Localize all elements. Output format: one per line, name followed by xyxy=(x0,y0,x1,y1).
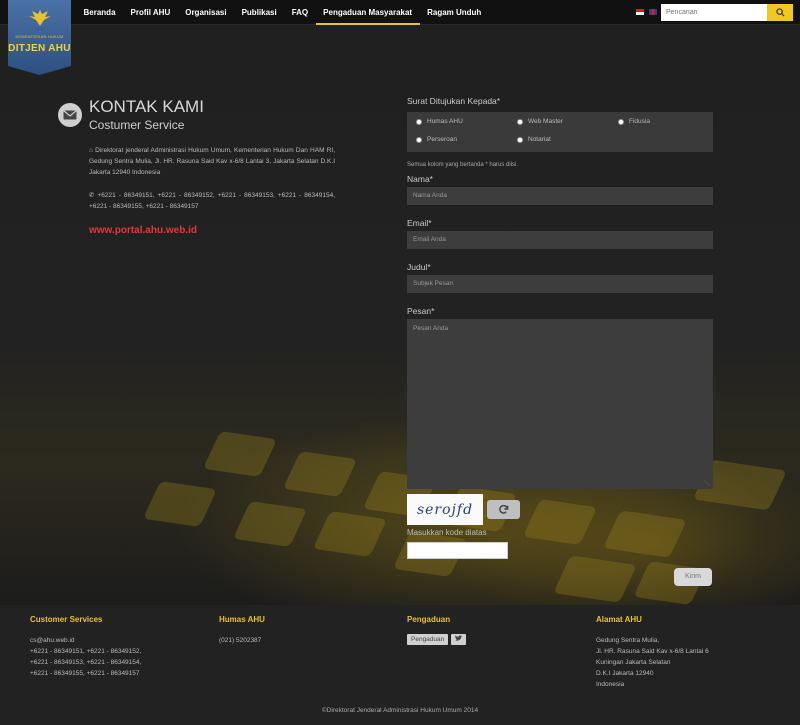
search-button[interactable] xyxy=(767,4,793,21)
radio-label: Fidusia xyxy=(629,118,650,125)
radio-fidusia[interactable]: Fidusia xyxy=(618,118,650,125)
nav-item-organisasi[interactable]: Organisasi xyxy=(178,0,234,25)
message-label: Pesan* xyxy=(407,306,435,316)
contact-address: ⌂ Direktorat jenderal Administrasi Hukum… xyxy=(89,145,335,178)
footer-cs-phone: +6221 - 86349155, +6221 - 86349157 xyxy=(30,670,140,677)
submit-button[interactable]: Kirim xyxy=(674,568,712,586)
email-field[interactable]: Email Anda xyxy=(407,231,713,249)
footer-alamat: Alamat AHU Gedung Sentra Mulia, Jl. HR. … xyxy=(596,615,776,690)
logo-text: DITJEN AHU xyxy=(8,43,71,54)
contact-title: KONTAK KAMI xyxy=(89,97,204,116)
name-label: Nama* xyxy=(407,174,433,184)
indonesian-flag-icon[interactable] xyxy=(636,9,644,15)
contact-panel: KONTAK KAMI Costumer Service ⌂ Direktora… xyxy=(58,97,338,236)
radio-label: Web Master xyxy=(528,118,563,125)
footer-pengaduan: Pengaduan Pengaduan xyxy=(407,615,587,645)
radio-notariat[interactable]: Notariat xyxy=(517,136,551,143)
home-icon: ⌂ xyxy=(89,147,93,154)
pengaduan-button[interactable]: Pengaduan xyxy=(407,634,449,645)
refresh-icon xyxy=(499,504,509,514)
footer-cs-phone: +6221 - 86349151, +6221 - 86349152, xyxy=(30,648,142,655)
captcha-refresh-button[interactable] xyxy=(487,500,520,519)
footer-alamat-line: Indonesia xyxy=(596,681,625,688)
captcha-image: serojfd xyxy=(407,494,483,525)
radio-dot xyxy=(517,118,523,125)
main-nav: Beranda Profil AHU Organisasi Publikasi … xyxy=(76,0,489,25)
footer-cs-phone: +6221 - 86349153, +6221 - 86349154, xyxy=(30,659,142,666)
footer-cs-title: Customer Services xyxy=(30,615,103,624)
recipient-radio-group: Humas AHU Web Master Fidusia Perseroan N… xyxy=(407,112,713,152)
footer-alamat-title: Alamat AHU xyxy=(596,615,642,624)
radio-perseroan[interactable]: Perseroan xyxy=(416,136,457,143)
logo-subtext: KEMENTERIAN HUKUM xyxy=(15,34,64,39)
footer-humas-title: Humas AHU xyxy=(219,615,265,624)
message-placeholder: Pesan Anda xyxy=(413,325,449,332)
footer-pengaduan-title: Pengaduan xyxy=(407,615,451,624)
nav-item-publikasi[interactable]: Publikasi xyxy=(234,0,284,25)
footer-humas-phone: (021) 5202387 xyxy=(219,637,262,644)
captcha-label: Masukkan kode diatas xyxy=(407,528,487,537)
site-logo[interactable]: KEMENTERIAN HUKUM DITJEN AHU xyxy=(8,0,71,75)
phone-icon: ✆ xyxy=(89,192,95,199)
message-textarea[interactable]: Pesan Anda ⋱ xyxy=(407,319,713,489)
twitter-button[interactable] xyxy=(451,634,467,645)
footer-alamat-text: Gedung Sentra Mulia, Jl. HR. Rasuna Said… xyxy=(596,635,776,690)
radio-humas-ahu[interactable]: Humas AHU xyxy=(416,118,463,125)
footer-alamat-line: Jl. HR. Rasuna Said Kav x-6/8 Lantai 6 xyxy=(596,648,709,655)
email-label: Email* xyxy=(407,218,432,228)
radio-label: Humas AHU xyxy=(427,118,463,125)
radio-dot xyxy=(416,136,422,143)
footer-humas: Humas AHU (021) 5202387 xyxy=(219,615,399,646)
address-text: Direktorat jenderal Administrasi Hukum U… xyxy=(89,147,336,176)
portal-link[interactable]: www.portal.ahu.web.id xyxy=(89,225,338,236)
name-field[interactable]: Nama Anda xyxy=(407,187,713,205)
radio-web-master[interactable]: Web Master xyxy=(517,118,563,125)
captcha-input[interactable] xyxy=(407,542,508,559)
contact-subtitle: Costumer Service xyxy=(89,118,185,132)
nav-item-pengaduan-masyarakat[interactable]: Pengaduan Masyarakat xyxy=(315,0,420,25)
footer-customer-services: Customer Services cs@ahu.web.id +6221 - … xyxy=(30,615,210,679)
footer-pengaduan-buttons: Pengaduan xyxy=(407,634,587,645)
radio-dot xyxy=(517,136,523,143)
footer-cs-email: cs@ahu.web.id xyxy=(30,637,75,644)
footer-alamat-line: Kuningan Jakarta Selatan xyxy=(596,659,671,666)
footer-alamat-line: D.K.I Jakarta 12940 xyxy=(596,670,654,677)
english-flag-icon[interactable] xyxy=(649,9,657,15)
search-icon xyxy=(775,8,785,17)
radio-dot xyxy=(416,118,422,125)
nav-item-profil-ahu[interactable]: Profil AHU xyxy=(123,0,178,25)
search-bar xyxy=(661,4,793,21)
footer: Customer Services cs@ahu.web.id +6221 - … xyxy=(0,605,800,725)
footer-alamat-line: Gedung Sentra Mulia, xyxy=(596,637,660,644)
radio-dot xyxy=(618,118,624,125)
footer-cs-text: cs@ahu.web.id +6221 - 86349151, +6221 - … xyxy=(30,635,210,679)
language-switcher xyxy=(636,9,657,15)
search-input[interactable] xyxy=(661,4,767,21)
complaint-form: Surat Ditujukan Kepada* Humas AHU Web Ma… xyxy=(407,95,713,489)
recipient-label: Surat Ditujukan Kepada* xyxy=(407,96,501,106)
resize-grip-icon[interactable]: ⋱ xyxy=(704,480,710,487)
radio-label: Notariat xyxy=(528,136,551,143)
subject-field[interactable]: Subjek Pesan xyxy=(407,275,713,293)
nav-item-ragam-unduh[interactable]: Ragam Unduh xyxy=(420,0,489,25)
contact-phones: ✆ +6221 - 86349151, +6221 - 86349152, +6… xyxy=(89,190,335,212)
phones-text: +6221 - 86349151, +6221 - 86349152, +622… xyxy=(89,192,335,210)
nav-item-beranda[interactable]: Beranda xyxy=(76,0,123,25)
garuda-emblem-icon xyxy=(8,0,71,32)
captcha-row: serojfd xyxy=(407,494,520,525)
required-note: Semua kolom yang bertanda * harus diisi. xyxy=(407,162,519,168)
copyright: ©Direktorat Jenderal Administrasi Hukum … xyxy=(321,707,479,714)
nav-item-faq[interactable]: FAQ xyxy=(284,0,315,25)
twitter-icon xyxy=(455,635,463,641)
envelope-icon xyxy=(58,103,82,127)
subject-label: Judul* xyxy=(407,262,431,272)
radio-label: Perseroan xyxy=(427,136,457,143)
